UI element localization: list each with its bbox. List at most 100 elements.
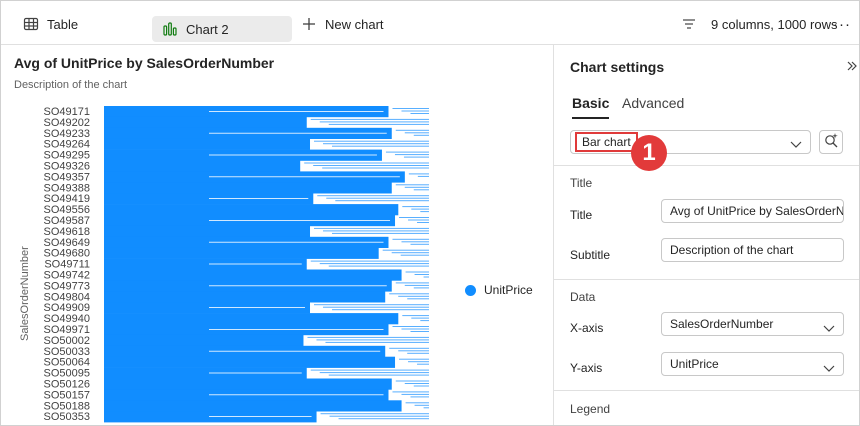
bar-stripe: [338, 418, 429, 420]
bar[interactable]: [104, 334, 304, 347]
bar[interactable]: [104, 225, 311, 238]
chart-tab-label: Chart 2: [186, 21, 229, 37]
tab-basic[interactable]: Basic: [572, 95, 610, 119]
table-view-button[interactable]: Table: [23, 11, 78, 37]
bar-gap: [209, 176, 400, 178]
bar-stripe: [310, 118, 429, 120]
bar-stripe: [411, 317, 429, 319]
bar[interactable]: [104, 160, 301, 172]
plus-icon: [301, 16, 317, 32]
bar[interactable]: [104, 378, 392, 390]
y-tick-label: SO50353: [44, 411, 90, 423]
bar-stripe: [316, 339, 429, 341]
more-icon: ···: [833, 15, 851, 33]
bar[interactable]: [104, 356, 396, 368]
bar[interactable]: [104, 204, 399, 216]
subtitle-input[interactable]: Description of the chart: [661, 238, 844, 262]
bar-stripe: [402, 206, 429, 208]
chevron-down-icon: [823, 319, 835, 341]
bar-gap: [209, 350, 381, 352]
bar-stripe: [323, 306, 429, 308]
title-input[interactable]: Avg of UnitPrice by SalesOrderN: [661, 199, 844, 223]
bar-stripe: [310, 260, 429, 262]
legend-marker: [465, 284, 476, 296]
chart-type-dropdown[interactable]: Bar chart: [570, 130, 811, 154]
x-axis-value: SalesOrderNumber: [670, 317, 774, 331]
bar-stripe: [395, 184, 429, 186]
tab-advanced[interactable]: Advanced: [622, 95, 684, 111]
chevron-down-icon: [823, 359, 835, 381]
sparkle-search-icon: [823, 132, 839, 153]
bar-stripe: [398, 350, 429, 352]
tab-chart-2[interactable]: Chart 2: [152, 16, 292, 42]
y-axis-title: SalesOrderNumber: [19, 246, 31, 341]
section-legend-heading: Legend: [570, 402, 611, 416]
bar[interactable]: [104, 138, 311, 150]
bar-stripe: [392, 391, 429, 393]
step-callout-badge: 1: [631, 135, 667, 171]
divider: [554, 390, 859, 391]
bar-gap: [209, 372, 302, 374]
table-view-label: Table: [47, 16, 79, 32]
bar-stripe: [405, 271, 429, 273]
bar-stripe: [313, 165, 429, 166]
bar[interactable]: [104, 247, 379, 259]
y-axis-dropdown[interactable]: UnitPrice: [661, 352, 844, 376]
bar-chart-plot: SalesOrderNumberSO49171SO49202SO49233SO4…: [19, 106, 429, 423]
title-field-label: Title: [570, 208, 593, 222]
bar-stripe: [417, 175, 429, 177]
bar-stripe: [413, 385, 429, 387]
legend-label: UnitPrice: [484, 283, 533, 297]
bar-gap: [209, 285, 387, 287]
bar-stripe: [423, 407, 429, 409]
chart-canvas: Avg of UnitPrice by SalesOrderNumber Des…: [1, 45, 553, 425]
bar-stripe: [417, 222, 429, 223]
x-axis-dropdown[interactable]: SalesOrderNumber: [661, 312, 844, 336]
chart-editor-window: Table Chart 2 New chart 9 columns, 1000 …: [0, 0, 860, 426]
bar-stripe: [398, 295, 429, 297]
bar-stripe: [319, 263, 429, 265]
chart-suggest-button[interactable]: [819, 130, 843, 154]
bar[interactable]: [104, 116, 307, 129]
chart-settings-panel: Chart settings Basic Advanced Bar chart …: [553, 45, 859, 425]
bar-stripe: [404, 284, 429, 286]
section-data-heading: Data: [570, 290, 596, 304]
bar-stripe: [323, 230, 429, 232]
bar-stripe: [391, 252, 429, 254]
bar-stripe: [314, 227, 429, 229]
new-chart-button[interactable]: New chart: [301, 11, 384, 37]
bar[interactable]: [104, 400, 402, 412]
bar-stripe: [420, 320, 429, 322]
x-axis-label: X-axis: [570, 321, 604, 335]
collapse-panel-icon[interactable]: [846, 59, 858, 75]
bar-stripe: [401, 110, 429, 112]
bar[interactable]: [104, 313, 399, 325]
bar-stripe: [395, 380, 429, 382]
bar-stripe: [400, 254, 429, 256]
bar-stripe: [394, 154, 429, 156]
bar-stripe: [395, 129, 429, 131]
bar-stripe: [413, 189, 429, 191]
bar-stripe: [423, 276, 429, 278]
bar-gap: [209, 329, 384, 330]
chevron-down-icon: [790, 137, 802, 155]
bar[interactable]: [104, 269, 402, 281]
chart-type-value: Bar chart: [575, 132, 638, 152]
bar-gap: [209, 154, 377, 156]
bar-stripe: [414, 404, 429, 406]
more-options-button[interactable]: ···: [833, 11, 851, 37]
bar-stripe: [314, 304, 429, 306]
bar[interactable]: [104, 291, 386, 303]
bar-stripe: [411, 208, 429, 210]
section-title-heading: Title: [570, 176, 593, 190]
bar-stripe: [332, 232, 429, 234]
chart-legend[interactable]: UnitPrice: [465, 283, 533, 297]
subtitle-field-label: Subtitle: [570, 248, 611, 262]
chart-icon: [162, 21, 178, 37]
bar-stripe: [420, 211, 429, 213]
columns-rows-info[interactable]: 9 columns, 1000 rows: [681, 11, 837, 37]
bar-stripe: [401, 328, 429, 330]
table-icon: [23, 16, 39, 32]
bar-gap: [209, 394, 384, 396]
bar[interactable]: [104, 182, 392, 194]
